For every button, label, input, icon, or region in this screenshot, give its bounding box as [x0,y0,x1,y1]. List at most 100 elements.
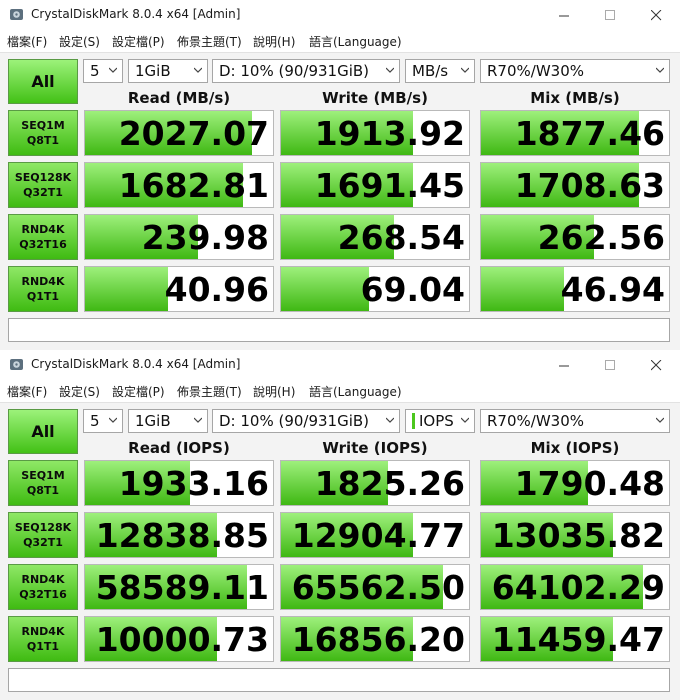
minimize-button[interactable] [542,2,586,28]
mix-ratio-select[interactable]: R70%/W30% [480,409,670,433]
test-count-value: 5 [90,412,100,430]
result-read: 12838.85 [84,512,274,558]
test-size-select[interactable]: 1GiB [128,59,208,83]
result-read: 58589.11 [84,564,274,610]
units-value: MB/s [412,62,449,80]
drive-value: D: 10% (90/931GiB) [219,62,370,80]
close-button[interactable] [634,352,678,378]
mix-ratio-select[interactable]: R70%/W30% [480,59,670,83]
result-value: 1825.26 [314,464,465,503]
result-mix: 64102.29 [480,564,670,610]
menu-help[interactable]: 說明(H) [253,383,295,400]
result-value: 69.04 [360,270,465,309]
result-bar [85,267,168,311]
test-button-seq1m-q8t1[interactable]: SEQ1M Q8T1 [8,460,78,506]
focus-marker [412,413,415,429]
test-size-select[interactable]: 1GiB [128,409,208,433]
menu-file[interactable]: 檔案(F) [7,33,47,50]
test-name: SEQ128K [14,521,72,534]
test-size-value: 1GiB [135,412,171,430]
test-button-seq128k-q32t1[interactable]: SEQ128K Q32T1 [8,162,78,208]
result-write: 16856.20 [280,616,470,662]
test-name: RND4K [21,275,65,288]
chevron-down-icon [386,417,394,423]
menu-file[interactable]: 檔案(F) [7,383,47,400]
result-mix: 13035.82 [480,512,670,558]
test-button-rnd4k-q32t16[interactable]: RND4K Q32T16 [8,564,78,610]
result-write: 12904.77 [280,512,470,558]
app-disk-icon [10,9,23,20]
test-name: SEQ1M [21,119,65,132]
drive-select[interactable]: D: 10% (90/931GiB) [212,409,400,433]
chevron-down-icon [386,67,394,73]
units-select[interactable]: MB/s [405,59,475,83]
menu-language[interactable]: 語言(Language) [309,383,402,400]
test-count-select[interactable]: 5 [83,59,123,83]
menu-settings[interactable]: 設定(S) [59,383,100,400]
minimize-button[interactable] [542,352,586,378]
benchmark-window-mbps: CrystalDiskMark 8.0.4 x64 [Admin] 檔案(F) … [0,0,680,350]
menu-bar: 檔案(F) 設定(S) 設定檔(P) 佈景主題(T) 說明(H) 語言(Lang… [0,30,680,53]
drive-select[interactable]: D: 10% (90/931GiB) [212,59,400,83]
maximize-button[interactable] [588,2,632,28]
chevron-down-icon [194,67,202,73]
result-value: 13035.82 [491,516,665,555]
test-button-rnd4k-q1t1[interactable]: RND4K Q1T1 [8,266,78,312]
comment-input[interactable] [8,668,670,692]
title-bar[interactable]: CrystalDiskMark 8.0.4 x64 [Admin] [0,0,680,30]
menu-profile[interactable]: 設定檔(P) [112,383,165,400]
chevron-down-icon [461,67,469,73]
column-header-read: Read (MB/s) [127,89,231,107]
result-value: 11459.47 [491,620,665,659]
result-value: 2027.07 [118,114,269,153]
units-select[interactable]: IOPS [405,409,475,433]
maximize-icon [604,359,615,370]
test-button-rnd4k-q32t16[interactable]: RND4K Q32T16 [8,214,78,260]
maximize-button[interactable] [588,352,632,378]
test-button-rnd4k-q1t1[interactable]: RND4K Q1T1 [8,616,78,662]
result-read: 2027.07 [84,110,274,156]
result-value: 40.96 [164,270,269,309]
window-title: CrystalDiskMark 8.0.4 x64 [Admin] [31,357,241,371]
test-name: SEQ128K [14,171,72,184]
all-button[interactable]: All [8,409,78,454]
benchmark-window-iops: CrystalDiskMark 8.0.4 x64 [Admin] 檔案(F) … [0,350,680,700]
menu-help[interactable]: 說明(H) [253,33,295,50]
title-bar[interactable]: CrystalDiskMark 8.0.4 x64 [Admin] [0,350,680,380]
column-header-read: Read (IOPS) [128,439,230,457]
test-queue: Q8T1 [26,134,60,147]
test-button-seq1m-q8t1[interactable]: SEQ1M Q8T1 [8,110,78,156]
drive-value: D: 10% (90/931GiB) [219,412,370,430]
close-button[interactable] [634,2,678,28]
result-mix: 1790.48 [480,460,670,506]
result-value: 58589.11 [95,568,269,607]
test-size-value: 1GiB [135,62,171,80]
close-icon [650,9,661,20]
result-value: 1913.92 [314,114,465,153]
test-count-select[interactable]: 5 [83,409,123,433]
test-queue: Q32T1 [23,186,63,199]
result-mix: 262.56 [480,214,670,260]
result-value: 239.98 [141,218,269,257]
result-value: 1691.45 [314,166,465,205]
comment-input[interactable] [8,318,670,342]
result-write: 268.54 [280,214,470,260]
result-value: 268.54 [337,218,465,257]
result-write: 1913.92 [280,110,470,156]
test-name: RND4K [21,573,65,586]
menu-bar: 檔案(F) 設定(S) 設定檔(P) 佈景主題(T) 說明(H) 語言(Lang… [0,380,680,403]
column-header-write: Write (MB/s) [322,89,428,107]
menu-settings[interactable]: 設定(S) [59,33,100,50]
minimize-icon [558,365,569,366]
result-read: 40.96 [84,266,274,312]
app-disk-icon [10,359,23,370]
all-button[interactable]: All [8,59,78,104]
result-value: 10000.73 [95,620,269,659]
chevron-down-icon [109,67,117,73]
menu-profile[interactable]: 設定檔(P) [112,33,165,50]
menu-theme[interactable]: 佈景主題(T) [177,33,242,50]
menu-theme[interactable]: 佈景主題(T) [177,383,242,400]
test-button-seq128k-q32t1[interactable]: SEQ128K Q32T1 [8,512,78,558]
menu-language[interactable]: 語言(Language) [309,33,402,50]
test-name: RND4K [21,223,65,236]
